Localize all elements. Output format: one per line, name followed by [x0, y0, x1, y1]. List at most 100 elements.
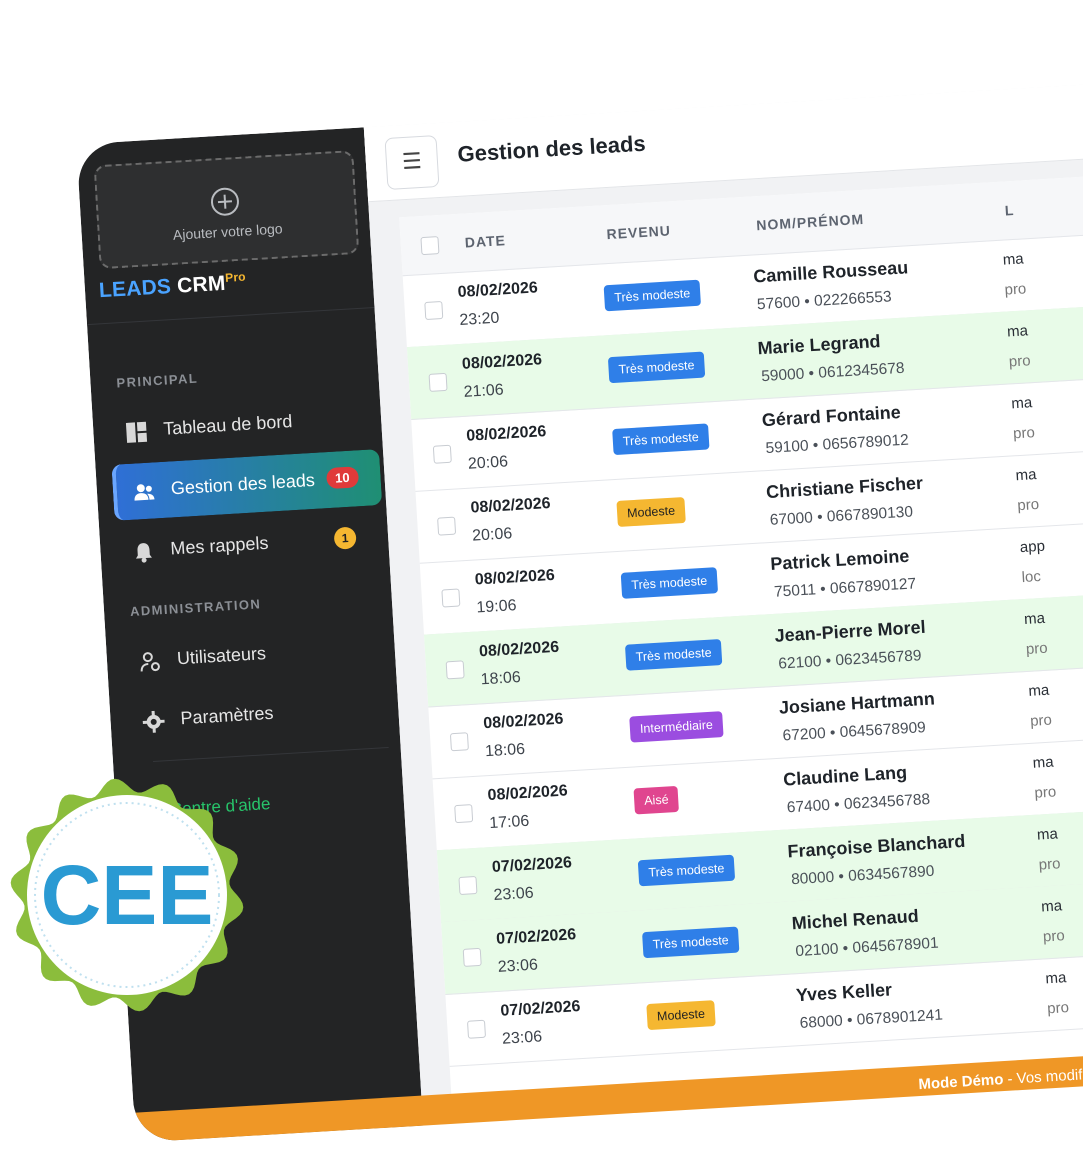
- sidebar-item-dashboard[interactable]: Tableau de bord: [108, 389, 375, 461]
- column-header-revenu[interactable]: REVENU: [606, 222, 671, 242]
- page-title: Gestion des leads: [456, 130, 647, 167]
- lead-name[interactable]: Françoise Blanchard: [787, 831, 966, 863]
- revenue-badge: Très modeste: [603, 279, 701, 312]
- revenue-badge: Très modeste: [624, 639, 723, 671]
- lead-name[interactable]: Christiane Fischer: [766, 473, 924, 503]
- lead-date: 07/02/2026: [491, 854, 573, 877]
- lead-name[interactable]: Patrick Lemoine: [770, 546, 910, 575]
- logo-upload-box[interactable]: Ajouter votre logo: [93, 150, 360, 270]
- sidebar-item-reminders[interactable]: Mes rappels 1: [115, 509, 382, 581]
- lead-col-l-bottom: pro: [1046, 999, 1070, 1018]
- sidebar-item-label: Tableau de bord: [162, 411, 293, 439]
- row-checkbox[interactable]: [445, 660, 465, 680]
- lead-col-l-top: ma: [1023, 609, 1046, 629]
- sidebar-item-label: Mes rappels: [169, 532, 269, 559]
- section-label-administration: ADMINISTRATION: [129, 596, 262, 620]
- lead-col-l-top: ma: [1045, 969, 1067, 988]
- lead-postal-code: 67000: [769, 509, 814, 529]
- row-checkbox[interactable]: [441, 588, 461, 608]
- lead-contact: 59100 • 0656789012: [765, 431, 910, 458]
- lead-col-l-top: ma: [1006, 322, 1029, 341]
- lead-name[interactable]: Jean-Pierre Morel: [774, 617, 926, 647]
- plus-circle-icon: [210, 186, 240, 217]
- lead-time: 19:06: [476, 597, 517, 617]
- sidebar-divider: [153, 746, 389, 762]
- lead-col-l-bottom: pro: [1004, 280, 1027, 299]
- section-label-principal: PRINCIPAL: [116, 370, 199, 391]
- lead-contact: 80000 • 0634567890: [790, 862, 935, 889]
- lead-postal-code: 62100: [777, 653, 822, 673]
- lead-time: 18:06: [480, 669, 522, 689]
- lead-col-l-bottom: pro: [1012, 424, 1036, 443]
- lead-contact: 67000 • 0667890130: [769, 503, 914, 529]
- hamburger-menu-button[interactable]: ☰: [384, 135, 440, 191]
- lead-contact: 75011 • 0667890127: [773, 575, 917, 601]
- lead-date: 07/02/2026: [495, 926, 577, 948]
- lead-name[interactable]: Josiane Hartmann: [778, 688, 935, 718]
- lead-time: 23:06: [493, 884, 535, 904]
- lead-phone: 0667890127: [829, 575, 917, 598]
- lead-col-l-top: ma: [1027, 681, 1050, 700]
- lead-phone: 0645678909: [839, 719, 927, 742]
- lead-name[interactable]: Yves Keller: [795, 980, 892, 1007]
- lead-name[interactable]: Claudine Lang: [783, 762, 908, 790]
- brand-part2: CRM: [170, 271, 227, 299]
- revenue-badge: Très modeste: [612, 423, 710, 456]
- row-checkbox[interactable]: [466, 1019, 487, 1039]
- lead-name[interactable]: Gérard Fontaine: [761, 402, 901, 431]
- revenue-badge: Très modeste: [620, 567, 719, 599]
- lead-col-l-top: ma: [1036, 825, 1059, 844]
- sidebar-item-leads[interactable]: Gestion des leads 10: [111, 449, 383, 521]
- lead-time: 23:06: [501, 1028, 543, 1048]
- users-icon: [134, 484, 155, 501]
- hamburger-icon: ☰: [401, 147, 423, 175]
- revenue-badge: Très modeste: [607, 351, 706, 384]
- row-checkbox[interactable]: [424, 300, 444, 321]
- lead-col-l-bottom: loc: [1021, 567, 1042, 587]
- lead-name[interactable]: Michel Renaud: [791, 906, 919, 934]
- lead-name[interactable]: Camille Rousseau: [753, 257, 909, 287]
- column-header-date[interactable]: DATE: [464, 232, 506, 250]
- lead-date: 07/02/2026: [499, 998, 581, 1020]
- lead-col-l-bottom: pro: [1038, 855, 1061, 874]
- select-all-checkbox[interactable]: [420, 236, 440, 256]
- row-checkbox[interactable]: [462, 947, 482, 967]
- row-checkbox[interactable]: [437, 516, 457, 536]
- sidebar-item-label: Utilisateurs: [176, 643, 267, 669]
- leads-table: DATE REVENU NOM/PRÉNOM L 08/02/2026 23:20…: [399, 175, 1083, 1124]
- lead-time: 23:20: [458, 309, 500, 329]
- lead-date: 08/02/2026: [482, 710, 564, 733]
- row-checkbox[interactable]: [458, 875, 478, 896]
- lead-postal-code: 67200: [782, 725, 827, 745]
- sidebar-item-label: Paramètres: [179, 702, 275, 729]
- lead-postal-code: 67400: [786, 796, 831, 817]
- lead-postal-code: 68000: [799, 1012, 844, 1033]
- lead-col-l-top: ma: [1015, 466, 1037, 485]
- sidebar-divider: [86, 307, 375, 326]
- lead-contact: 59000 • 0612345678: [760, 359, 905, 386]
- lead-col-l-top: app: [1019, 537, 1046, 557]
- row-checkbox[interactable]: [449, 732, 469, 752]
- row-checkbox[interactable]: [454, 804, 474, 824]
- lead-col-l-top: ma: [1002, 250, 1025, 269]
- lead-contact: 57600 • 022266553: [756, 288, 893, 314]
- row-checkbox[interactable]: [432, 444, 452, 464]
- brand-logo: LEADS CRMPro: [98, 270, 246, 304]
- row-checkbox[interactable]: [428, 372, 448, 392]
- lead-contact: 68000 • 0678901241: [799, 1006, 944, 1033]
- column-header-name[interactable]: NOM/PRÉNOM: [756, 211, 865, 233]
- revenue-badge: Très modeste: [642, 926, 740, 959]
- sidebar-item-users[interactable]: Utilisateurs: [121, 619, 388, 691]
- sidebar-item-settings[interactable]: Paramètres: [125, 679, 392, 751]
- lead-phone: 0634567890: [847, 862, 935, 885]
- lead-postal-code: 75011: [773, 581, 817, 601]
- revenue-badge: Intermédiaire: [629, 711, 724, 743]
- lead-name[interactable]: Marie Legrand: [757, 331, 881, 359]
- revenue-badge: Modeste: [646, 1000, 716, 1031]
- lead-phone: 0623456788: [843, 790, 931, 814]
- lead-date: 08/02/2026: [474, 566, 556, 589]
- main-content: ☰ Gestion des leads DATE REVENU NOM/PRÉN…: [363, 84, 1083, 1126]
- lead-col-l-bottom: pro: [1042, 927, 1066, 946]
- lead-col-l-bottom: pro: [1025, 639, 1049, 658]
- column-header-l[interactable]: L: [1004, 202, 1014, 219]
